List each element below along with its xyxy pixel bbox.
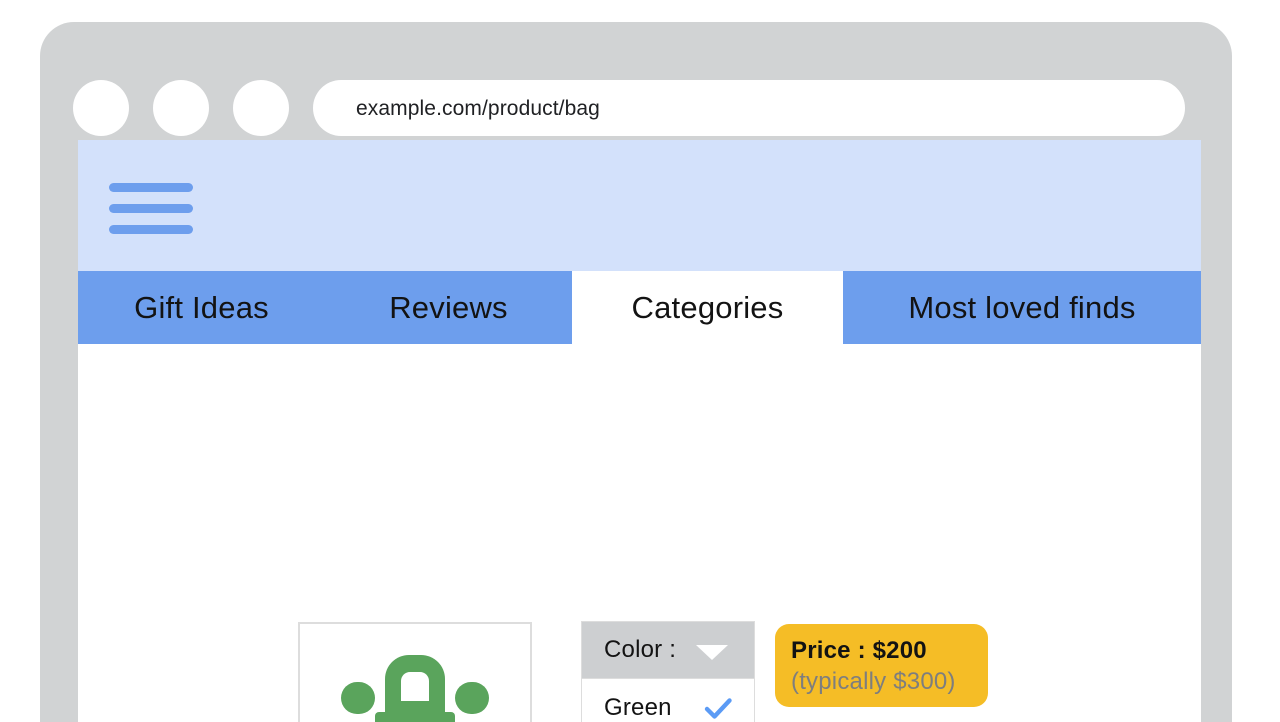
chevron-down-icon [696, 645, 728, 660]
backpack-icon [341, 655, 489, 722]
tab-gift-ideas-label: Gift Ideas [134, 289, 269, 325]
address-bar[interactable]: example.com/product/bag [313, 80, 1185, 136]
hamburger-bar-2 [109, 204, 193, 213]
browser-window-frame: example.com/product/bag Gift Ideas Revie… [40, 22, 1232, 722]
color-dropdown-label: Color : [604, 636, 677, 663]
window-dot-maximize[interactable] [233, 80, 289, 136]
tab-gift-ideas[interactable]: Gift Ideas [78, 271, 325, 344]
check-icon [704, 698, 732, 719]
color-dropdown[interactable]: Color : Green Black Red [581, 621, 755, 722]
window-dot-minimize[interactable] [153, 80, 209, 136]
tab-most-loved-finds[interactable]: Most loved finds [843, 271, 1201, 344]
product-content-area: ★ ★ ★ ★ ★ Color : Green Black [78, 344, 1201, 722]
color-dropdown-toggle[interactable]: Color : [582, 622, 754, 678]
hamburger-bar-3 [109, 225, 193, 234]
nav-tab-bar: Gift Ideas Reviews Categories Most loved… [78, 271, 1201, 344]
window-dot-close[interactable] [73, 80, 129, 136]
tab-categories[interactable]: Categories [572, 271, 843, 344]
browser-titlebar: example.com/product/bag [40, 22, 1232, 140]
price-badge: Price : $200 (typically $300) [775, 624, 988, 707]
product-image-card[interactable] [298, 622, 532, 722]
page-viewport: Gift Ideas Reviews Categories Most loved… [78, 140, 1201, 722]
hamburger-menu-icon[interactable] [109, 183, 199, 236]
tab-categories-label: Categories [631, 289, 784, 325]
color-option-green[interactable]: Green [582, 678, 754, 722]
site-header [78, 140, 1201, 271]
address-bar-url: example.com/product/bag [356, 96, 600, 120]
tab-reviews-label: Reviews [389, 289, 508, 325]
hamburger-bar-1 [109, 183, 193, 192]
price-current: Price : $200 [791, 637, 927, 664]
price-typical: (typically $300) [791, 667, 956, 695]
color-option-green-label: Green [604, 694, 672, 721]
tab-most-loved-finds-label: Most loved finds [908, 289, 1136, 325]
tab-reviews[interactable]: Reviews [325, 271, 572, 344]
